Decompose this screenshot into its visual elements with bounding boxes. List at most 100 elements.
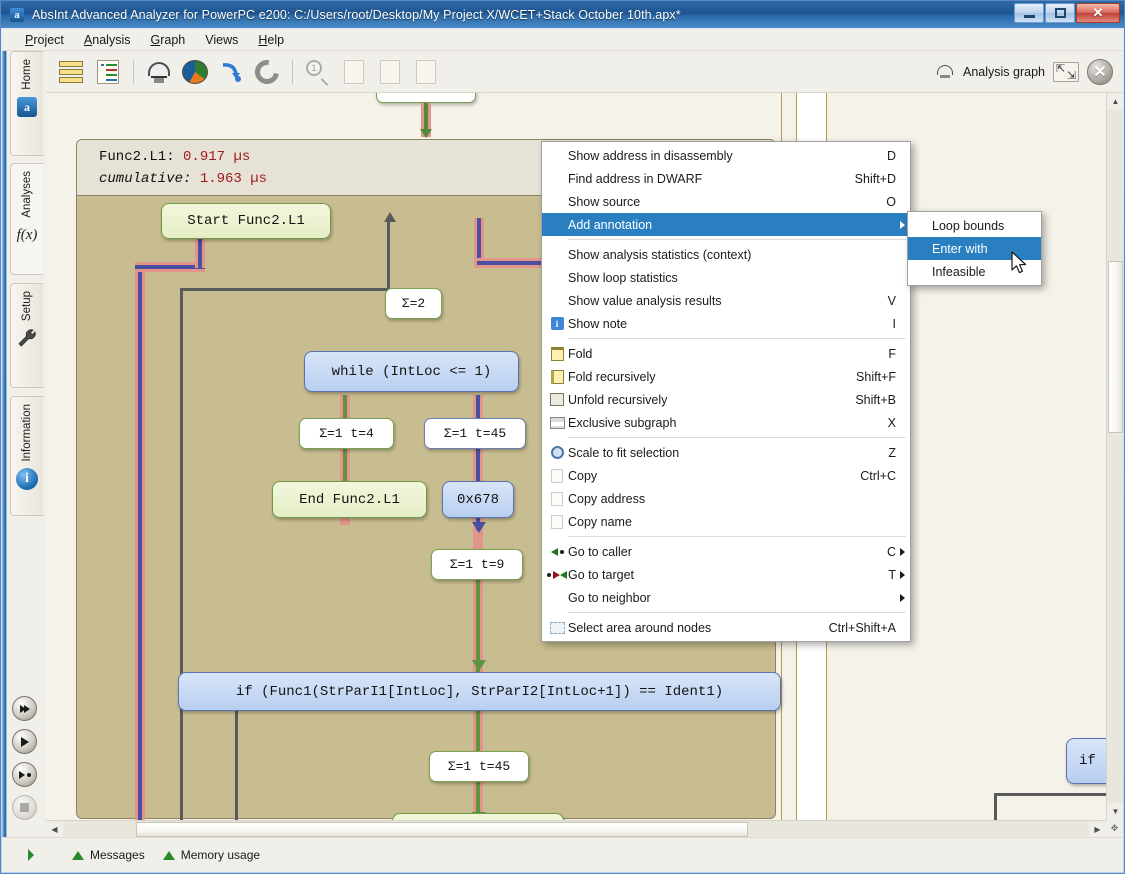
menu-help[interactable]: Help — [249, 31, 293, 49]
menu-item-label: Show address in disassembly — [568, 148, 733, 163]
edge-right-branch-arrow — [472, 522, 486, 533]
scroll-corner-grip[interactable]: ✥ — [1106, 820, 1123, 837]
menu-item-show-address-in-disassembly[interactable]: Show address in disassembly D — [542, 144, 910, 167]
graph-node-edge-t45a[interactable]: Σ=1 t=45 — [424, 418, 526, 449]
graph-node-edge-t4[interactable]: Σ=1 t=4 — [299, 418, 394, 449]
menu-item-find-address-in-dwarf[interactable]: Find address in DWARF Shift+D — [542, 167, 910, 190]
menu-item-go-to-target[interactable]: Go to target T — [542, 563, 910, 586]
pie-chart-icon[interactable] — [177, 55, 213, 89]
scroll-thumb-horizontal[interactable] — [136, 822, 748, 837]
sidebar-item-information[interactable]: Information i — [10, 396, 43, 516]
menu-item-fold[interactable]: Fold F — [542, 342, 910, 365]
scroll-thumb-vertical[interactable] — [1108, 261, 1123, 433]
blue-arrow-icon[interactable] — [213, 55, 249, 89]
yellow-rows-icon[interactable] — [54, 55, 90, 89]
graph-node-call[interactable]: Call Func1 — [392, 813, 564, 820]
menu-item-exclusive-subgraph[interactable]: Exclusive subgraph X — [542, 411, 910, 434]
menu-item-show-value-analysis-results[interactable]: Show value analysis results V — [542, 289, 910, 312]
sidebar-item-setup[interactable]: Setup — [10, 283, 43, 388]
run-button[interactable] — [12, 729, 37, 754]
menu-item-copy-address[interactable]: Copy address — [542, 487, 910, 510]
graph-node-while[interactable]: while (IntLoc <= 1) — [304, 351, 519, 392]
play-icon[interactable] — [28, 849, 34, 861]
menu-item-go-to-neighbor[interactable]: Go to neighbor — [542, 586, 910, 609]
edge-arrow-top — [420, 129, 432, 138]
note-width-icon[interactable] — [372, 55, 408, 89]
menu-separator — [568, 536, 906, 537]
scroll-down-arrow[interactable]: ▼ — [1107, 803, 1123, 820]
menu-item-go-to-caller[interactable]: Go to caller C — [542, 540, 910, 563]
submenu-item-label: Loop bounds — [932, 218, 1005, 233]
menu-item-label: Show source — [568, 194, 641, 209]
menu-item-fold-recursively[interactable]: Fold recursively Shift+F — [542, 365, 910, 388]
menu-item-label: Unfold recursively — [568, 392, 668, 407]
scroll-right-arrow[interactable]: ▶ — [1089, 821, 1106, 837]
document-list-icon[interactable] — [90, 55, 126, 89]
graph-node-edge-t45b[interactable]: Σ=1 t=45 — [429, 751, 529, 782]
graph-node-partial[interactable] — [376, 93, 476, 103]
scroll-left-arrow[interactable]: ◀ — [46, 821, 63, 837]
scroll-track-vertical[interactable] — [1107, 110, 1123, 803]
menu-item-show-loop-statistics[interactable]: Show loop statistics — [542, 266, 910, 289]
note-down-icon[interactable] — [336, 55, 372, 89]
graph-node-start[interactable]: Start Func2.L1 — [161, 203, 331, 239]
refresh-circle-icon[interactable] — [249, 54, 285, 89]
maximize-button[interactable] — [1045, 3, 1075, 23]
menu-item-scale-to-fit-selection[interactable]: Scale to fit selection Z — [542, 441, 910, 464]
go-to-caller-icon — [546, 543, 568, 561]
menu-analysis[interactable]: Analysis — [75, 31, 140, 49]
graph-node-while-label: while (IntLoc <= 1) — [331, 363, 492, 380]
graph-horizontal-scrollbar[interactable]: ◀ ▶ — [46, 820, 1106, 837]
run-all-button[interactable] — [12, 696, 37, 721]
context-label-1: Func2.L1: — [99, 149, 175, 165]
step-button[interactable] — [12, 762, 37, 787]
menu-item-add-annotation[interactable]: Add annotation — [542, 213, 910, 236]
application-window: a AbsInt Advanced Analyzer for PowerPC e… — [0, 0, 1125, 874]
chevron-right-icon — [900, 594, 905, 602]
status-bar: Messages Memory usage — [2, 837, 1123, 872]
graph-node-sum2[interactable]: Σ=2 — [385, 288, 442, 319]
menu-item-select-area-around-nodes[interactable]: Select area around nodes Ctrl+Shift+A — [542, 616, 910, 639]
submenu-item-loop-bounds[interactable]: Loop bounds — [908, 214, 1041, 237]
magnifier-one-icon[interactable]: 1 — [300, 55, 336, 89]
status-messages[interactable]: Messages — [72, 848, 145, 862]
menu-item-accel: Z — [888, 445, 896, 460]
menu-item-show-note[interactable]: i Show note I — [542, 312, 910, 335]
graph-node-end[interactable]: End Func2.L1 — [272, 481, 427, 518]
status-memory-usage-label: Memory usage — [180, 848, 261, 862]
gauge-icon[interactable] — [141, 55, 177, 89]
menu-views-label: Views — [205, 32, 239, 47]
close-button[interactable]: ✕ — [1076, 3, 1120, 23]
menu-item-label: Copy — [568, 468, 598, 483]
graph-node-if[interactable]: if (Func1(StrParI1[IntLoc], StrParI2[Int… — [178, 672, 781, 711]
menu-item-label: Scale to fit selection — [568, 445, 680, 460]
sidebar-item-home[interactable]: Home a — [10, 51, 43, 156]
fit-to-window-icon[interactable] — [1053, 61, 1079, 82]
window-title: AbsInt Advanced Analyzer for PowerPC e20… — [32, 7, 681, 22]
close-view-icon[interactable]: ✕ — [1087, 58, 1113, 85]
menu-item-unfold-recursively[interactable]: Unfold recursively Shift+B — [542, 388, 910, 411]
sidebar-item-analyses[interactable]: Analyses f(x) — [10, 163, 43, 275]
menu-item-show-analysis-statistics[interactable]: Show analysis statistics (context) — [542, 243, 910, 266]
menu-item-copy[interactable]: Copy Ctrl+C — [542, 464, 910, 487]
menu-views[interactable]: Views — [196, 31, 247, 49]
graph-node-addr[interactable]: 0x678 — [442, 481, 514, 518]
status-memory-usage[interactable]: Memory usage — [162, 848, 261, 862]
menu-graph[interactable]: Graph — [141, 31, 194, 49]
graph-context-menu[interactable]: Show address in disassembly D Find addre… — [541, 141, 911, 642]
side-rail: Home a Analyses f(x) Setup Information i — [2, 51, 46, 872]
go-to-target-icon — [546, 566, 568, 584]
graph-node-offscreen-if[interactable]: if — [1066, 738, 1106, 784]
scroll-up-arrow[interactable]: ▲ — [1107, 93, 1123, 110]
graph-node-edge-t9-label: Σ=1 t=9 — [449, 557, 505, 572]
minimize-button[interactable] — [1014, 3, 1044, 23]
graph-node-edge-t9[interactable]: Σ=1 t=9 — [431, 549, 523, 580]
menu-item-label: Show loop statistics — [568, 270, 678, 285]
menu-item-show-source[interactable]: Show source O — [542, 190, 910, 213]
note-height-icon[interactable] — [408, 55, 444, 89]
menu-item-accel: Shift+B — [855, 392, 896, 407]
stop-button[interactable] — [12, 795, 37, 820]
menu-project[interactable]: Project — [16, 31, 73, 49]
menu-item-copy-name[interactable]: Copy name — [542, 510, 910, 533]
graph-vertical-scrollbar[interactable]: ▲ ▼ — [1106, 93, 1123, 820]
